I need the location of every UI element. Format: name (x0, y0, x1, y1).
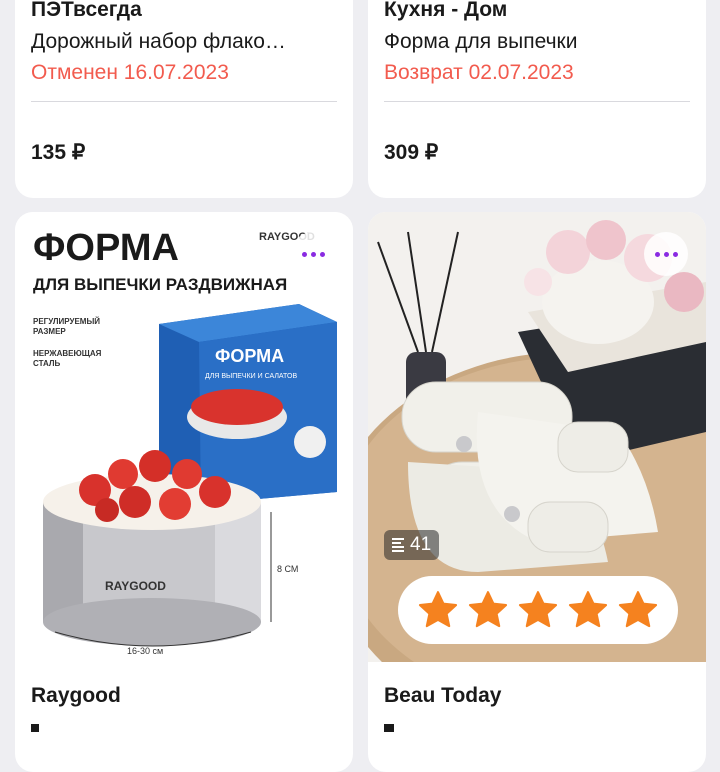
more-dots-icon[interactable] (644, 232, 688, 276)
image-feature: РЕГУЛИРУЕМЫЙ (33, 317, 100, 326)
order-status: Возврат 02.07.2023 (384, 61, 574, 84)
product-title-partial (31, 712, 231, 738)
image-feature: СТАЛЬ (33, 359, 60, 368)
divider (384, 101, 690, 102)
product-brand: Beau Today (384, 684, 502, 707)
star-icon[interactable] (467, 589, 509, 631)
star-icon[interactable] (517, 589, 559, 631)
review-count-badge: 41 (384, 530, 440, 560)
product-card[interactable]: ФОРМА ДЛЯ ВЫПЕЧКИ РАЗДВИЖНАЯ RAYGOOD РЕГ… (15, 212, 353, 772)
order-title: Дорожный набор флако… (31, 30, 286, 53)
order-card[interactable]: ПЭТвсегда Дорожный набор флако… Отменен … (15, 0, 353, 198)
image-feature: РАЗМЕР (33, 327, 66, 336)
image-subheadline: ДЛЯ ВЫПЕЧКИ РАЗДВИЖНАЯ (33, 275, 287, 294)
image-feature: НЕРЖАВЕЮЩАЯ (33, 349, 102, 358)
product-card[interactable]: 41 Beau Today (368, 212, 706, 772)
product-brand: Raygood (31, 684, 121, 707)
size-label: 16-30 см (127, 646, 163, 656)
box-subtitle: ДЛЯ ВЫПЕЧКИ И САЛАТОВ (205, 373, 297, 380)
order-brand: ПЭТвсегда (31, 0, 142, 21)
list-icon (392, 538, 404, 552)
more-dots-icon[interactable] (291, 232, 335, 276)
height-label: 8 СМ (277, 564, 298, 574)
box-title: ФОРМА (215, 346, 284, 366)
star-icon[interactable] (617, 589, 659, 631)
product-image[interactable]: ФОРМА ДЛЯ ВЫПЕЧКИ РАЗДВИЖНАЯ RAYGOOD РЕГ… (15, 212, 353, 662)
order-brand: Кухня - Дом (384, 0, 508, 21)
ring-logo: RAYGOOD (105, 579, 166, 593)
review-count: 41 (410, 534, 432, 555)
rating-stars[interactable] (398, 576, 678, 644)
image-headline: ФОРМА (33, 227, 179, 269)
order-status: Отменен 16.07.2023 (31, 61, 229, 84)
order-price: 135 ₽ (31, 141, 86, 164)
product-image[interactable]: 41 (368, 212, 706, 662)
order-price: 309 ₽ (384, 141, 439, 164)
order-card[interactable]: Кухня - Дом Форма для выпечки Возврат 02… (368, 0, 706, 198)
star-icon[interactable] (567, 589, 609, 631)
order-title: Форма для выпечки (384, 30, 578, 53)
divider (31, 101, 337, 102)
product-title-partial (384, 712, 584, 738)
star-icon[interactable] (417, 589, 459, 631)
